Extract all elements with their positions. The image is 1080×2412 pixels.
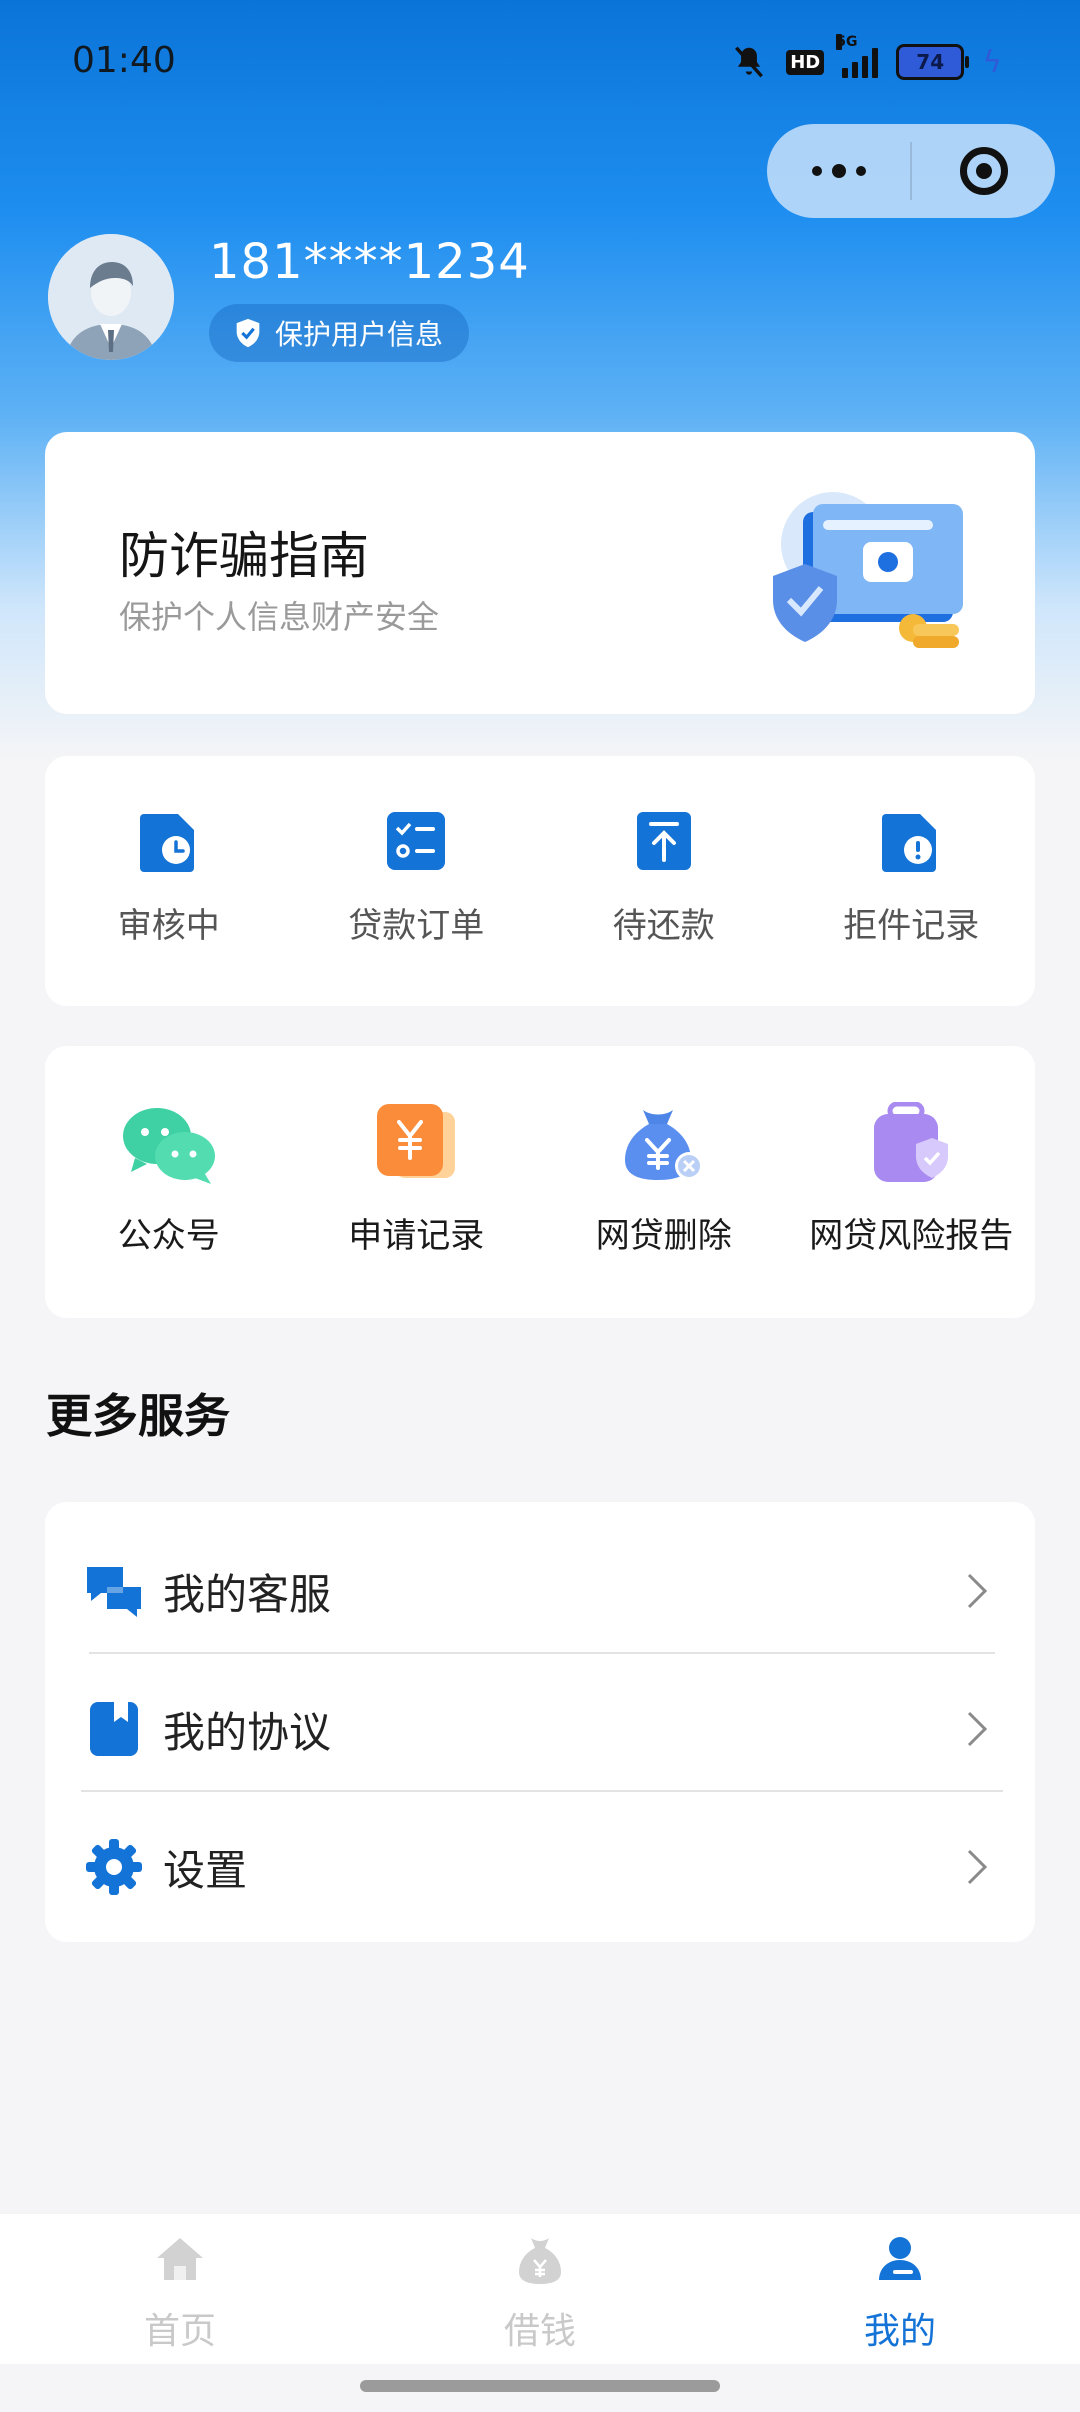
chevron-right-icon [967,1849,988,1885]
service-item-application-records[interactable]: 申请记录 [293,1046,541,1318]
service-item-official-account[interactable]: 公众号 [45,1046,293,1318]
user-avatar-icon [48,234,174,360]
list-label: 我的协议 [163,1707,332,1757]
service-label: 网贷删除 [595,1216,732,1256]
chevron-right-icon [967,1573,988,1609]
money-bag-icon [519,2238,561,2284]
list-divider [89,1652,995,1654]
book-icon [90,1702,138,1756]
mute-bell-icon [735,46,764,78]
anti-fraud-banner[interactable]: 防诈骗指南 保护个人信息财产安全 [45,432,1035,714]
network-type: 5G [836,34,858,50]
status-item-to-repay[interactable]: 待还款 [540,756,788,1006]
yuan-record-icon [377,1104,456,1178]
tab-label: 我的 [863,2311,936,2352]
tab-home[interactable]: 首页 [0,2214,360,2364]
service-label: 公众号 [117,1216,220,1256]
banner-title: 防诈骗指南 [119,527,369,585]
service-item-loan-delete[interactable]: 网贷删除 [540,1046,788,1318]
battery-level: 74 [916,50,945,74]
security-illustration-icon [773,492,963,648]
privacy-badge[interactable]: 保护用户信息 [209,304,470,362]
status-item-reviewing[interactable]: 审核中 [45,756,293,1006]
more-services-list: 我的客服 我的协议 设置 [45,1502,1035,1942]
list-label: 我的客服 [163,1569,332,1619]
privacy-badge-label: 保护用户信息 [275,318,444,351]
list-item-settings[interactable]: 设置 [45,1798,1035,1936]
status-bar: 01:40 HD 5G 74 ϟ [0,0,1080,120]
more-services-title: 更多服务 [46,1389,230,1443]
list-label: 设置 [163,1845,248,1895]
alert-document-icon [882,814,937,872]
battery-icon: 74 [896,44,970,80]
chat-bubbles-icon [87,1567,141,1617]
list-item-customer-service[interactable]: 我的客服 [45,1522,1035,1660]
service-label: 申请记录 [348,1216,485,1256]
status-label: 贷款订单 [348,906,485,946]
banner-subtitle: 保护个人信息财产安全 [119,598,440,636]
chevron-right-icon [967,1711,988,1747]
status-item-rejected[interactable]: 拒件记录 [788,756,1036,1006]
tab-label: 借钱 [503,2311,576,2352]
service-card: 公众号 申请记录 网贷删除 网贷风险报告 [45,1046,1035,1318]
repay-upload-icon [636,812,691,870]
status-time: 01:40 [72,40,176,81]
bottom-tab-bar: 首页 借钱 我的 [0,2214,1080,2364]
clock-document-icon [139,814,194,872]
user-phone: 181****1234 [209,234,530,290]
hd-icon: HD [786,49,825,75]
shield-check-icon [236,318,260,348]
money-bag-delete-icon [624,1110,703,1180]
tab-label: 首页 [143,2311,216,2352]
checklist-icon [387,812,446,870]
loan-status-card: 审核中 贷款订单 待还款 拒件记录 [45,756,1035,1006]
gear-icon [86,1839,142,1895]
tab-borrow[interactable]: 借钱 [360,2214,720,2364]
signal-icon: 5G [836,34,879,78]
status-item-loan-orders[interactable]: 贷款订单 [293,756,541,1006]
charging-icon: ϟ [982,44,1002,80]
tab-mine[interactable]: 我的 [720,2214,1080,2364]
risk-report-icon [874,1102,949,1182]
status-icons: HD 5G 74 ϟ [730,34,1002,84]
home-indicator[interactable] [360,2380,720,2392]
list-item-agreements[interactable]: 我的协议 [45,1660,1035,1798]
status-label: 拒件记录 [843,906,980,946]
service-label: 网贷风险报告 [809,1216,1014,1256]
avatar[interactable] [48,234,174,360]
user-icon [879,2237,921,2280]
list-divider [81,1790,1003,1792]
more-dots-icon[interactable] [767,124,910,218]
status-label: 审核中 [117,906,220,946]
wechat-icon [122,1108,215,1184]
target-circle-icon[interactable] [912,124,1055,218]
home-icon [157,2238,203,2280]
status-label: 待还款 [612,906,715,946]
service-item-risk-report[interactable]: 网贷风险报告 [788,1046,1036,1318]
miniprogram-capsule [767,124,1055,218]
